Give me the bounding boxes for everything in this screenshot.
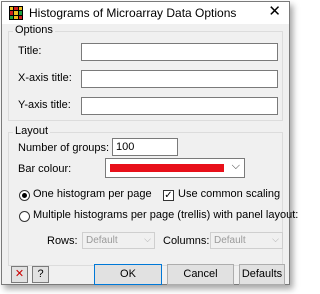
use-common-scaling-checkbox[interactable]: ✓ (163, 190, 174, 201)
bar-colour-label: Bar colour: (18, 163, 72, 175)
columns-label: Columns: (163, 235, 210, 247)
chevron-down-icon: ⌵ (144, 234, 151, 244)
bar-colour-select[interactable]: ⌵ (105, 158, 245, 178)
multiple-histograms-label: Multiple histograms per page (trellis) w… (33, 209, 299, 221)
chevron-down-icon: ⌵ (272, 234, 279, 244)
close-icon[interactable]: ✕ (11, 266, 28, 283)
defaults-button[interactable]: Defaults (239, 264, 285, 285)
help-icon[interactable]: ? (32, 266, 49, 283)
dialog-body: Options Title: X-axis title: Y-axis titl… (2, 24, 298, 285)
columns-select[interactable]: Default ⌵ (210, 232, 283, 249)
one-histogram-per-page-radio[interactable] (19, 190, 30, 201)
app-icon (9, 6, 23, 20)
rows-label: Rows: (47, 235, 78, 247)
window-close-button[interactable]: ✕ (268, 4, 281, 20)
title-input[interactable] (81, 43, 278, 61)
columns-select-value: Default (214, 235, 246, 246)
rows-select[interactable]: Default ⌵ (82, 232, 155, 249)
chevron-down-icon: ⌵ (231, 160, 240, 172)
ok-button[interactable]: OK (94, 264, 162, 285)
use-common-scaling-label: Use common scaling (178, 188, 281, 200)
window-title: Histograms of Microarray Data Options (29, 6, 237, 20)
options-group-label: Options (13, 24, 55, 36)
number-of-groups-label: Number of groups: (18, 142, 110, 154)
rows-select-value: Default (86, 235, 118, 246)
title-bar: Histograms of Microarray Data Options ✕ (2, 2, 289, 24)
y-axis-title-label: Y-axis title: (18, 99, 71, 111)
bar-colour-swatch (110, 164, 224, 172)
cancel-button[interactable]: Cancel (167, 264, 234, 285)
x-axis-title-label: X-axis title: (18, 72, 72, 84)
one-histogram-per-page-label: One histogram per page (33, 188, 152, 200)
title-label: Title: (18, 45, 42, 57)
multiple-histograms-radio[interactable] (19, 211, 30, 222)
options-dialog: Histograms of Microarray Data Options ✕ … (1, 1, 298, 285)
number-of-groups-input[interactable] (112, 138, 178, 156)
layout-group-label: Layout (13, 125, 51, 137)
y-axis-title-input[interactable] (81, 97, 278, 115)
x-axis-title-input[interactable] (81, 70, 278, 88)
